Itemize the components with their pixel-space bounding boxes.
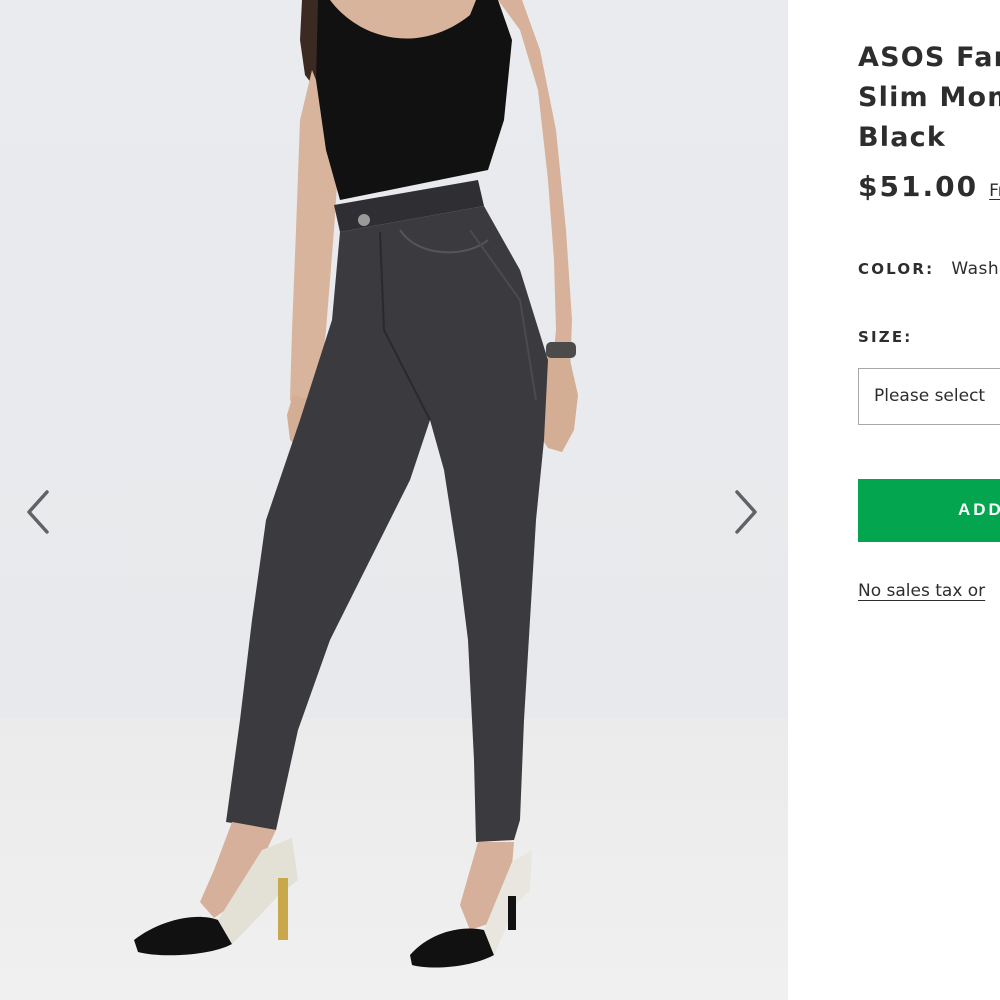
previous-image-button[interactable] — [18, 484, 58, 540]
add-to-bag-label: ADD — [958, 500, 1000, 519]
sales-tax-link[interactable]: No sales tax or — [858, 581, 1000, 601]
color-label: COLOR: — [858, 260, 935, 278]
color-row: COLOR: Wash — [858, 259, 999, 279]
product-info-panel: ASOS Farl Slim Mom Black $51.00 Fr COLOR… — [858, 0, 1000, 1000]
product-title-line: Black — [858, 122, 947, 153]
color-value: Wash — [951, 259, 1000, 279]
price-row: $51.00 Fr — [858, 170, 1000, 203]
add-to-bag-button[interactable]: ADD — [858, 479, 1000, 542]
price-note-link[interactable]: Fr — [989, 181, 1000, 201]
size-label: SIZE: — [858, 328, 913, 346]
product-image-gallery — [0, 0, 788, 1000]
product-photo — [134, 0, 578, 968]
size-select-value: Please select — [874, 386, 986, 406]
chevron-right-icon — [735, 490, 757, 534]
chevron-left-icon — [27, 490, 49, 534]
next-image-button[interactable] — [726, 484, 766, 540]
product-title-line: ASOS Farl — [858, 42, 1000, 73]
product-title-line: Slim Mom — [858, 82, 1000, 113]
size-select[interactable]: Please select — [858, 368, 1000, 425]
product-title: ASOS Farl Slim Mom Black — [858, 38, 1000, 158]
product-price: $51.00 — [858, 170, 979, 203]
